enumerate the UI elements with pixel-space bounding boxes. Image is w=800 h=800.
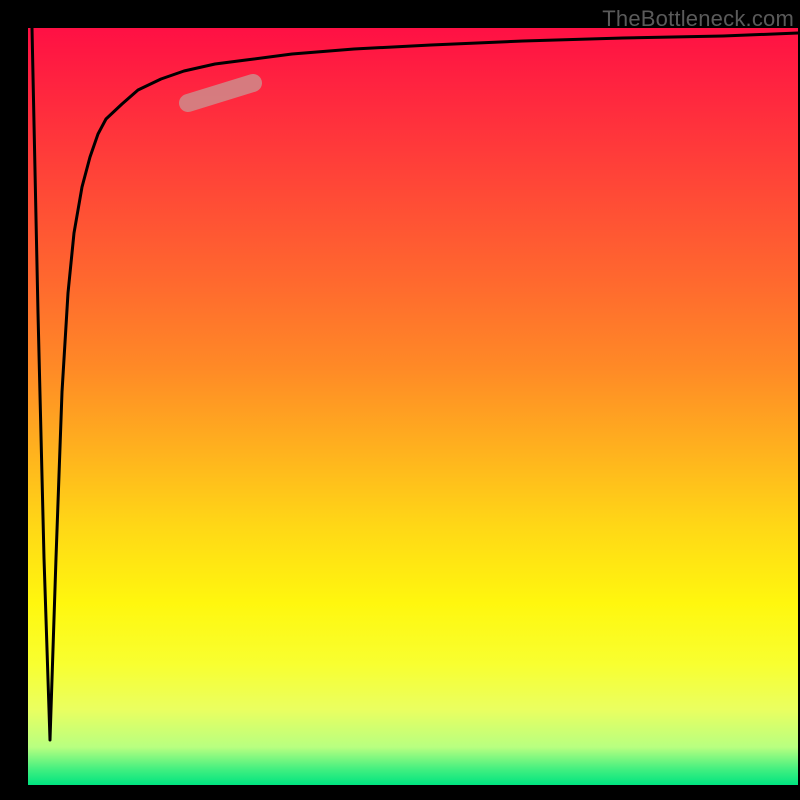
bottleneck-curve (28, 28, 798, 785)
curve-path (32, 28, 798, 740)
plot-area (28, 28, 798, 785)
curve-highlight (188, 83, 253, 103)
watermark-label: TheBottleneck.com (602, 6, 794, 32)
chart-frame: TheBottleneck.com (0, 0, 800, 800)
